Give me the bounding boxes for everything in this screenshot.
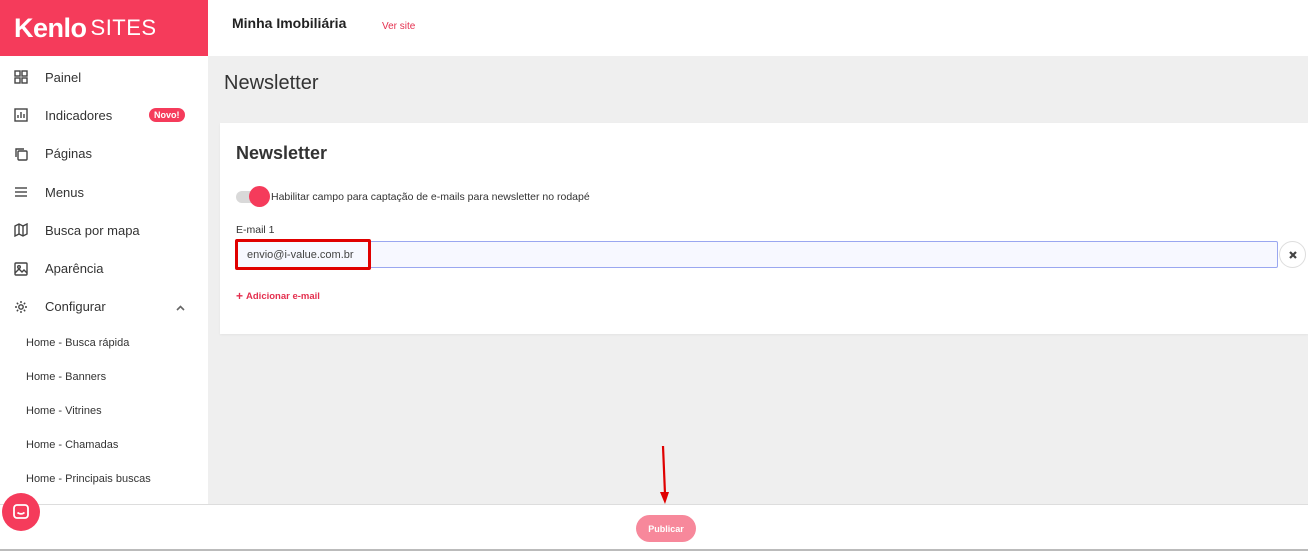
chat-launcher-button[interactable] <box>2 493 40 531</box>
gear-icon <box>14 300 28 314</box>
page-title: Newsletter <box>224 72 319 94</box>
logo-kenlo: Kenlo <box>14 12 87 43</box>
grid-icon <box>14 70 28 84</box>
add-email-button[interactable]: + Adicionar e-mail <box>236 289 320 303</box>
add-email-label: Adicionar e-mail <box>246 290 320 302</box>
sidebar-item-label: Aparência <box>45 261 104 277</box>
sidebar-item-menus[interactable]: Menus <box>0 173 208 211</box>
email-field[interactable] <box>236 241 1278 268</box>
copy-icon <box>14 147 28 161</box>
sidebar-item-label: Menus <box>45 184 85 200</box>
toggle-knob <box>249 186 270 207</box>
map-icon <box>14 223 28 238</box>
remove-email-button[interactable] <box>1279 241 1306 268</box>
sidebar-item-aparencia[interactable]: Aparência <box>0 249 208 287</box>
sidebar-item-indicadores[interactable]: Indicadores Novo! <box>0 96 208 134</box>
site-name: Minha Imobiliária <box>232 15 347 31</box>
sidebar-subitem-home-vitrines[interactable]: Home - Vitrines <box>0 394 208 428</box>
sidebar-item-label: Configurar <box>45 299 106 315</box>
menu-icon <box>14 185 28 199</box>
card-title: Newsletter <box>236 143 328 163</box>
sidebar-nav: Painel Indicadores Novo! Páginas Menus B… <box>0 56 208 326</box>
sidebar-item-label: Páginas <box>45 146 92 162</box>
sidebar-subnav-configurar: Home - Busca rápida Home - Banners Home … <box>0 326 208 496</box>
sidebar-item-paginas[interactable]: Páginas <box>0 135 208 173</box>
view-site-link[interactable]: Ver site <box>382 21 415 32</box>
publish-button[interactable]: Publicar <box>636 515 696 542</box>
toggle-label: Habilitar campo para captação de e-mails… <box>271 191 590 203</box>
sidebar-item-busca-por-mapa[interactable]: Busca por mapa <box>0 211 208 249</box>
top-header: Minha Imobiliária Ver site <box>208 0 1308 56</box>
sidebar-item-label: Painel <box>45 69 82 85</box>
bar-chart-icon <box>14 108 28 123</box>
sidebar-subitem-home-principais-buscas[interactable]: Home - Principais buscas <box>0 462 208 496</box>
sidebar-item-label: Busca por mapa <box>45 222 140 238</box>
sidebar-item-label: Indicadores <box>45 107 113 123</box>
sidebar-subitem-home-busca-rapida[interactable]: Home - Busca rápida <box>0 326 208 360</box>
annotation-arrow <box>660 445 669 504</box>
email-label: E-mail 1 <box>236 224 275 236</box>
sidebar: Kenlo SITES Painel Indicadores Novo! Pág… <box>0 0 208 551</box>
close-icon <box>1288 250 1297 259</box>
logo-sites: SITES <box>90 15 157 40</box>
sidebar-subitem-home-banners[interactable]: Home - Banners <box>0 360 208 394</box>
plus-icon: + <box>236 289 244 303</box>
chat-icon <box>13 504 29 519</box>
sidebar-item-configurar[interactable]: Configurar <box>0 288 208 326</box>
sidebar-subitem-home-chamadas[interactable]: Home - Chamadas <box>0 428 208 462</box>
new-badge: Novo! <box>149 108 185 123</box>
chevron-up-icon[interactable] <box>175 302 186 317</box>
newsletter-toggle[interactable] <box>236 186 270 207</box>
footer-bar: Publicar <box>0 504 1308 551</box>
image-icon <box>14 261 28 276</box>
newsletter-card: Newsletter Habilitar campo para captação… <box>220 123 1308 334</box>
sidebar-item-painel[interactable]: Painel <box>0 58 208 96</box>
brand-logo[interactable]: Kenlo SITES <box>0 0 208 56</box>
